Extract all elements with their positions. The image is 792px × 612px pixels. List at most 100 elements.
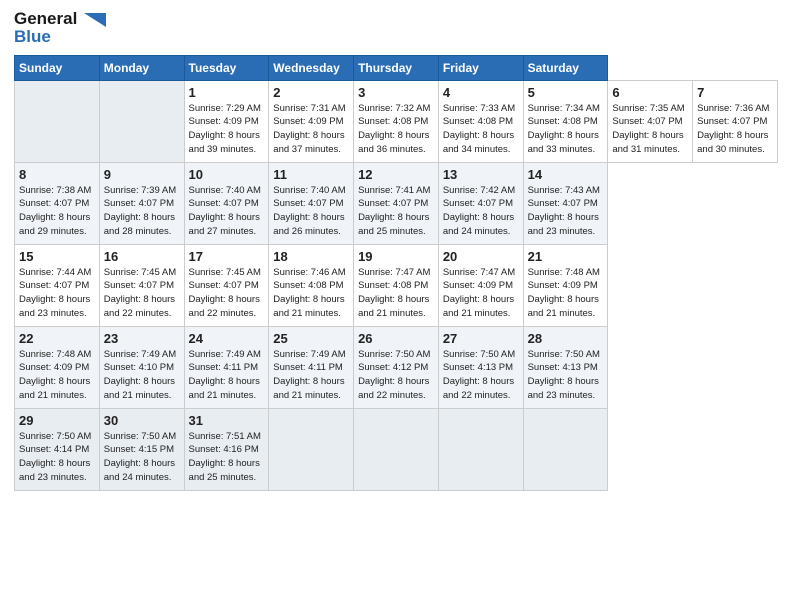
day-number: 17 — [189, 249, 265, 264]
day-info: Sunrise: 7:40 AMSunset: 4:07 PMDaylight:… — [189, 184, 265, 239]
calendar-cell: 13Sunrise: 7:42 AMSunset: 4:07 PMDayligh… — [438, 162, 523, 244]
day-info: Sunrise: 7:50 AMSunset: 4:12 PMDaylight:… — [358, 348, 434, 403]
calendar-cell: 29Sunrise: 7:50 AMSunset: 4:14 PMDayligh… — [15, 408, 100, 490]
weekday-header-friday: Friday — [438, 55, 523, 80]
day-number: 22 — [19, 331, 95, 346]
day-number: 26 — [358, 331, 434, 346]
calendar-header-row: SundayMondayTuesdayWednesdayThursdayFrid… — [15, 55, 778, 80]
calendar-cell: 11Sunrise: 7:40 AMSunset: 4:07 PMDayligh… — [269, 162, 354, 244]
weekday-header-tuesday: Tuesday — [184, 55, 269, 80]
calendar-cell: 17Sunrise: 7:45 AMSunset: 4:07 PMDayligh… — [184, 244, 269, 326]
main-container: General Blue SundayMondayTuesdayWednesda… — [0, 0, 792, 501]
day-info: Sunrise: 7:47 AMSunset: 4:09 PMDaylight:… — [443, 266, 519, 321]
calendar-week-2: 8 Sunrise: 7:38 AMSunset: 4:07 PMDaylight… — [15, 162, 778, 244]
calendar-cell: 18 Sunrise: 7:46 AMSunset: 4:08 PMDayligh… — [269, 244, 354, 326]
day-number: 28 — [528, 331, 604, 346]
calendar-cell: 5 Sunrise: 7:34 AMSunset: 4:08 PMDaylight… — [523, 80, 608, 162]
day-info: Sunrise: 7:41 AMSunset: 4:07 PMDaylight:… — [358, 184, 434, 239]
day-number: 27 — [443, 331, 519, 346]
header: General Blue — [14, 10, 778, 47]
calendar-cell: 8 Sunrise: 7:38 AMSunset: 4:07 PMDaylight… — [15, 162, 100, 244]
day-info: Sunrise: 7:44 AMSunset: 4:07 PMDaylight:… — [19, 266, 95, 321]
day-number: 7 — [697, 85, 773, 100]
day-number: 23 — [104, 331, 180, 346]
calendar-week-1: 1 Sunrise: 7:29 AMSunset: 4:09 PMDaylight… — [15, 80, 778, 162]
day-info: Sunrise: 7:49 AMSunset: 4:10 PMDaylight:… — [104, 348, 180, 403]
calendar-cell: 14 Sunrise: 7:43 AMSunset: 4:07 PMDayligh… — [523, 162, 608, 244]
day-number: 8 — [19, 167, 95, 182]
day-info: Sunrise: 7:38 AMSunset: 4:07 PMDaylight:… — [19, 184, 95, 239]
day-number: 20 — [443, 249, 519, 264]
day-info: Sunrise: 7:50 AMSunset: 4:14 PMDaylight:… — [19, 430, 95, 485]
calendar-table: SundayMondayTuesdayWednesdayThursdayFrid… — [14, 55, 778, 491]
calendar-cell: 20 Sunrise: 7:47 AMSunset: 4:09 PMDayligh… — [438, 244, 523, 326]
calendar-cell — [354, 408, 439, 490]
day-number: 5 — [528, 85, 604, 100]
logo-general: General — [14, 9, 77, 28]
day-number: 1 — [189, 85, 265, 100]
calendar-cell — [15, 80, 100, 162]
day-info: Sunrise: 7:48 AMSunset: 4:09 PMDaylight:… — [19, 348, 95, 403]
calendar-week-5: 29Sunrise: 7:50 AMSunset: 4:14 PMDayligh… — [15, 408, 778, 490]
day-number: 19 — [358, 249, 434, 264]
calendar-cell: 22 Sunrise: 7:48 AMSunset: 4:09 PMDayligh… — [15, 326, 100, 408]
day-info: Sunrise: 7:42 AMSunset: 4:07 PMDaylight:… — [443, 184, 519, 239]
day-number: 24 — [189, 331, 265, 346]
calendar-cell — [438, 408, 523, 490]
calendar-cell: 23 Sunrise: 7:49 AMSunset: 4:10 PMDayligh… — [99, 326, 184, 408]
calendar-cell: 4Sunrise: 7:33 AMSunset: 4:08 PMDaylight… — [438, 80, 523, 162]
weekday-header-saturday: Saturday — [523, 55, 608, 80]
day-number: 2 — [273, 85, 349, 100]
calendar-cell: 9 Sunrise: 7:39 AMSunset: 4:07 PMDaylight… — [99, 162, 184, 244]
logo-flag-icon — [84, 13, 106, 27]
day-info: Sunrise: 7:33 AMSunset: 4:08 PMDaylight:… — [443, 102, 519, 157]
day-number: 31 — [189, 413, 265, 428]
calendar-cell: 15 Sunrise: 7:44 AMSunset: 4:07 PMDayligh… — [15, 244, 100, 326]
day-info: Sunrise: 7:46 AMSunset: 4:08 PMDaylight:… — [273, 266, 349, 321]
calendar-body: 1 Sunrise: 7:29 AMSunset: 4:09 PMDaylight… — [15, 80, 778, 490]
calendar-cell: 2 Sunrise: 7:31 AMSunset: 4:09 PMDaylight… — [269, 80, 354, 162]
day-info: Sunrise: 7:45 AMSunset: 4:07 PMDaylight:… — [104, 266, 180, 321]
calendar-cell — [523, 408, 608, 490]
day-number: 9 — [104, 167, 180, 182]
calendar-cell: 16 Sunrise: 7:45 AMSunset: 4:07 PMDayligh… — [99, 244, 184, 326]
calendar-cell — [269, 408, 354, 490]
calendar-cell: 31 Sunrise: 7:51 AMSunset: 4:16 PMDayligh… — [184, 408, 269, 490]
calendar-cell: 6Sunrise: 7:35 AMSunset: 4:07 PMDaylight… — [608, 80, 693, 162]
calendar-week-3: 15 Sunrise: 7:44 AMSunset: 4:07 PMDayligh… — [15, 244, 778, 326]
day-info: Sunrise: 7:34 AMSunset: 4:08 PMDaylight:… — [528, 102, 604, 157]
day-info: Sunrise: 7:49 AMSunset: 4:11 PMDaylight:… — [273, 348, 349, 403]
day-number: 15 — [19, 249, 95, 264]
weekday-header-wednesday: Wednesday — [269, 55, 354, 80]
calendar-cell: 1 Sunrise: 7:29 AMSunset: 4:09 PMDaylight… — [184, 80, 269, 162]
day-info: Sunrise: 7:36 AMSunset: 4:07 PMDaylight:… — [697, 102, 773, 157]
day-number: 12 — [358, 167, 434, 182]
weekday-header-monday: Monday — [99, 55, 184, 80]
day-info: Sunrise: 7:39 AMSunset: 4:07 PMDaylight:… — [104, 184, 180, 239]
day-info: Sunrise: 7:47 AMSunset: 4:08 PMDaylight:… — [358, 266, 434, 321]
day-number: 14 — [528, 167, 604, 182]
weekday-header-thursday: Thursday — [354, 55, 439, 80]
calendar-cell: 3 Sunrise: 7:32 AMSunset: 4:08 PMDaylight… — [354, 80, 439, 162]
day-info: Sunrise: 7:29 AMSunset: 4:09 PMDaylight:… — [189, 102, 265, 157]
day-info: Sunrise: 7:31 AMSunset: 4:09 PMDaylight:… — [273, 102, 349, 157]
day-info: Sunrise: 7:50 AMSunset: 4:13 PMDaylight:… — [443, 348, 519, 403]
weekday-header-sunday: Sunday — [15, 55, 100, 80]
calendar-cell: 26 Sunrise: 7:50 AMSunset: 4:12 PMDayligh… — [354, 326, 439, 408]
calendar-cell: 19 Sunrise: 7:47 AMSunset: 4:08 PMDayligh… — [354, 244, 439, 326]
calendar-cell: 21Sunrise: 7:48 AMSunset: 4:09 PMDayligh… — [523, 244, 608, 326]
day-info: Sunrise: 7:43 AMSunset: 4:07 PMDaylight:… — [528, 184, 604, 239]
calendar-cell: 7 Sunrise: 7:36 AMSunset: 4:07 PMDaylight… — [693, 80, 778, 162]
day-number: 21 — [528, 249, 604, 264]
calendar-cell: 25Sunrise: 7:49 AMSunset: 4:11 PMDayligh… — [269, 326, 354, 408]
logo: General Blue — [14, 10, 106, 47]
day-info: Sunrise: 7:51 AMSunset: 4:16 PMDaylight:… — [189, 430, 265, 485]
day-number: 18 — [273, 249, 349, 264]
day-info: Sunrise: 7:35 AMSunset: 4:07 PMDaylight:… — [612, 102, 688, 157]
day-number: 16 — [104, 249, 180, 264]
day-info: Sunrise: 7:32 AMSunset: 4:08 PMDaylight:… — [358, 102, 434, 157]
day-number: 3 — [358, 85, 434, 100]
calendar-cell: 30Sunrise: 7:50 AMSunset: 4:15 PMDayligh… — [99, 408, 184, 490]
logo-blue: Blue — [14, 27, 51, 47]
calendar-cell: 12 Sunrise: 7:41 AMSunset: 4:07 PMDayligh… — [354, 162, 439, 244]
